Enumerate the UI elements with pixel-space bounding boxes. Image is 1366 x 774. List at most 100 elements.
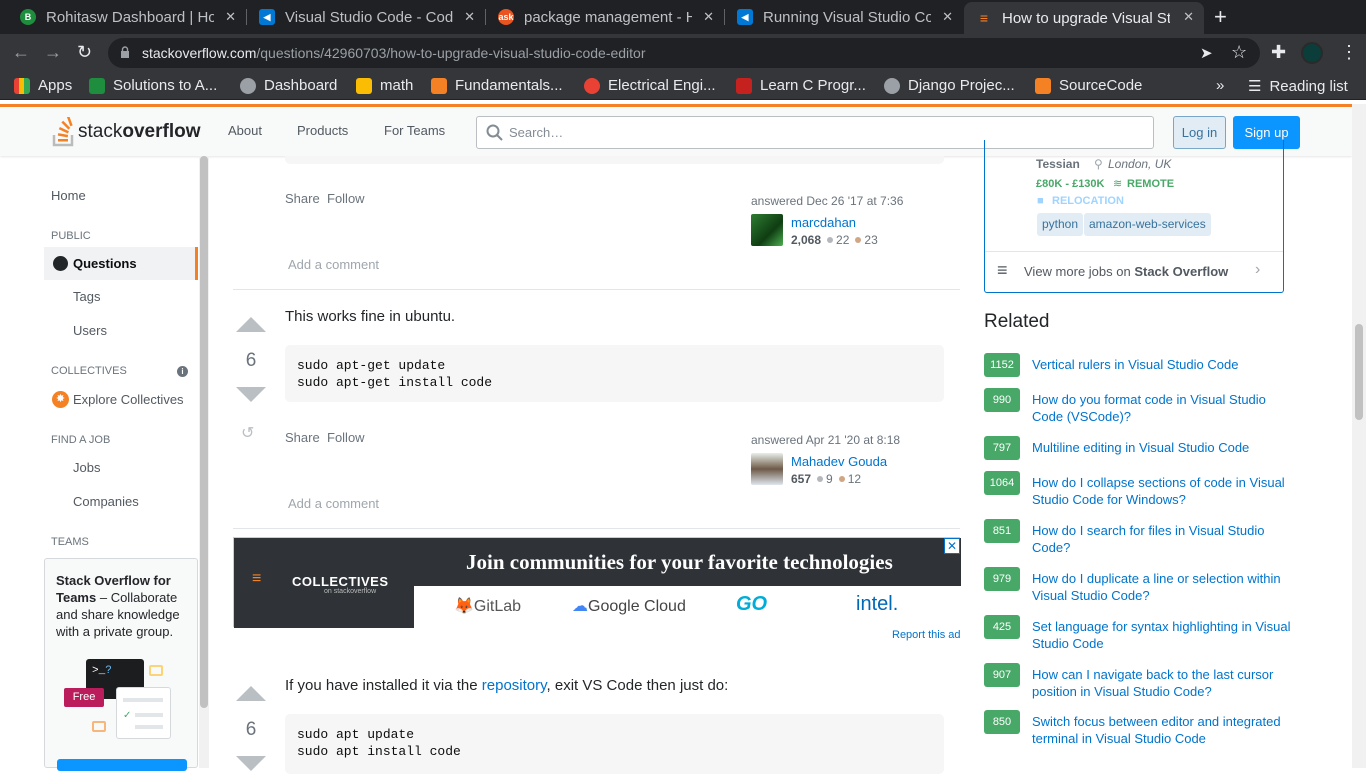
wifi-icon: ≋ xyxy=(1113,178,1123,190)
report-ad-link[interactable]: Report this ad xyxy=(892,629,960,641)
bookmark-item[interactable]: Fundamentals... xyxy=(431,77,563,94)
bookmark-item[interactable]: Electrical Engi... xyxy=(584,77,716,94)
tag-python[interactable]: python xyxy=(1037,213,1084,236)
browser-tab-active[interactable]: ≡ How to upgrade Visual St ✕ xyxy=(964,2,1204,34)
send-icon[interactable]: ➤ xyxy=(1200,44,1213,62)
related-link[interactable]: Vertical rulers in Visual Studio Code xyxy=(1032,356,1292,373)
silver-count: 9 xyxy=(826,472,833,486)
sidebar-item-explore-collectives[interactable]: Explore Collectives xyxy=(73,392,184,407)
menu-icon[interactable]: ⋮ xyxy=(1340,42,1358,63)
related-link[interactable]: How can I navigate back to the last curs… xyxy=(1032,666,1292,700)
avatar[interactable] xyxy=(751,453,783,485)
bookmark-item[interactable]: SourceCode xyxy=(1035,77,1142,94)
chevron-right-icon[interactable]: › xyxy=(1255,261,1260,279)
extensions-icon[interactable]: ✚ xyxy=(1271,42,1286,63)
user-name[interactable]: marcdahan xyxy=(791,215,856,230)
share-link[interactable]: Share xyxy=(285,430,320,445)
bookmark-item[interactable]: Learn C Progr... xyxy=(736,77,866,94)
stackoverflow-icon: ≡ xyxy=(979,10,989,26)
close-tab-icon[interactable]: ✕ xyxy=(225,9,236,25)
browser-tab[interactable]: ask package management - H ✕ xyxy=(486,0,724,34)
checklist-illustration-icon: ✓ xyxy=(116,687,171,739)
bookmark-apps[interactable]: Apps xyxy=(14,77,72,94)
profile-avatar[interactable] xyxy=(1301,42,1323,64)
vscode-icon: ◀ xyxy=(737,9,753,25)
sidebar-item-users[interactable]: Users xyxy=(73,323,107,338)
close-tab-icon[interactable]: ✕ xyxy=(1183,9,1194,25)
browser-toolbar: ← → ↻ stackoverflow.com/questions/429607… xyxy=(0,34,1366,72)
downvote-button[interactable] xyxy=(236,756,266,771)
location-pin-icon: ⚲ xyxy=(1094,157,1103,171)
sidebar-item-questions[interactable]: Questions xyxy=(73,256,137,271)
ad-collectives-sub: on stackoverflow xyxy=(324,588,377,595)
page-scrollbar[interactable] xyxy=(1352,104,1366,768)
forward-icon[interactable]: → xyxy=(44,42,62,63)
follow-link[interactable]: Follow xyxy=(327,430,365,445)
sidebar-item-companies[interactable]: Companies xyxy=(73,494,139,509)
related-link[interactable]: How do I search for files in Visual Stud… xyxy=(1032,522,1292,556)
bookmark-item[interactable]: math xyxy=(356,77,413,94)
avatar[interactable] xyxy=(751,214,783,246)
upvote-button[interactable] xyxy=(236,317,266,332)
browser-tab[interactable]: ◀ Visual Studio Code - Code ✕ xyxy=(247,0,485,34)
follow-link[interactable]: Follow xyxy=(327,191,365,206)
reading-list[interactable]: ☰ Reading list xyxy=(1248,77,1348,96)
sidebar-scrollbar[interactable] xyxy=(199,156,209,768)
back-icon[interactable]: ← xyxy=(12,42,30,63)
browser-tab[interactable]: B Rohitasw Dashboard | Ho ✕ xyxy=(8,0,246,34)
collectives-ad[interactable]: ≡ COLLECTIVES on stackoverflow Join comm… xyxy=(233,537,961,628)
sidebar-heading-teams: TEAMS xyxy=(51,536,89,548)
truck-icon: ■ xyxy=(1037,195,1044,207)
close-tab-icon[interactable]: ✕ xyxy=(464,9,475,25)
related-link[interactable]: How do you format code in Visual Studio … xyxy=(1032,391,1292,425)
close-ad-icon[interactable]: ✕ xyxy=(944,538,960,554)
silver-badge-icon xyxy=(817,476,824,482)
close-tab-icon[interactable]: ✕ xyxy=(942,9,953,25)
view-more-jobs-link[interactable]: View more jobs on Stack Overflow xyxy=(1024,264,1228,279)
repository-link[interactable]: repository xyxy=(482,677,547,694)
more-bookmarks-icon[interactable]: » xyxy=(1216,77,1224,94)
bookmark-item[interactable]: Solutions to A... xyxy=(89,77,217,94)
add-comment-link[interactable]: Add a comment xyxy=(288,257,379,272)
related-score: 907 xyxy=(984,663,1020,687)
related-link[interactable]: Switch focus between editor and integrat… xyxy=(1032,713,1292,747)
teams-promo: Stack Overflow for Teams – Collaborate a… xyxy=(44,558,198,771)
info-icon[interactable]: i xyxy=(177,366,188,377)
related-score: 1152 xyxy=(984,353,1020,377)
user-name[interactable]: Mahadev Gouda xyxy=(791,454,887,469)
reputation: 2,068 xyxy=(791,233,822,247)
bookmark-item[interactable]: Django Projec... xyxy=(884,77,1015,94)
sidebar-item-home[interactable]: Home xyxy=(51,188,86,203)
bookmark-item[interactable]: Dashboard xyxy=(240,77,337,94)
bookmark-star-icon[interactable]: ☆ xyxy=(1231,42,1247,63)
globe-icon xyxy=(240,77,256,94)
stackoverflow-logo[interactable]: stack overflow xyxy=(52,117,200,147)
reload-icon[interactable]: ↻ xyxy=(77,42,92,63)
sidebar-item-jobs[interactable]: Jobs xyxy=(73,460,100,475)
stackoverflow-logo-icon xyxy=(52,117,74,147)
nav-about[interactable]: About xyxy=(228,123,262,138)
add-comment-link[interactable]: Add a comment xyxy=(288,496,379,511)
related-link[interactable]: How do I collapse sections of code in Vi… xyxy=(1032,474,1292,508)
history-icon[interactable]: ↺ xyxy=(241,423,254,443)
silver-badge-icon xyxy=(827,237,834,243)
upvote-button[interactable] xyxy=(236,686,266,701)
share-link[interactable]: Share xyxy=(285,191,320,206)
new-tab-icon[interactable]: + xyxy=(1214,4,1227,30)
address-bar[interactable]: stackoverflow.com/questions/42960703/how… xyxy=(108,38,1260,68)
related-link[interactable]: Multiline editing in Visual Studio Code xyxy=(1032,439,1292,456)
browser-tab[interactable]: ◀ Running Visual Studio Co ✕ xyxy=(725,0,963,34)
nav-products[interactable]: Products xyxy=(297,123,348,138)
tag-amazon-web-services[interactable]: amazon-web-services xyxy=(1084,213,1211,236)
silver-count: 22 xyxy=(836,233,850,247)
related-link[interactable]: Set language for syntax highlighting in … xyxy=(1032,618,1292,652)
job-company: Tessian xyxy=(1036,157,1080,171)
downvote-button[interactable] xyxy=(236,387,266,402)
teams-free-button[interactable] xyxy=(57,759,187,771)
reputation: 657 xyxy=(791,472,812,486)
google-cloud-logo: ☁Google Cloud xyxy=(572,598,686,615)
close-tab-icon[interactable]: ✕ xyxy=(703,9,714,25)
sidebar-item-tags[interactable]: Tags xyxy=(73,289,100,304)
related-link[interactable]: How do I duplicate a line or selection w… xyxy=(1032,570,1292,604)
nav-for-teams[interactable]: For Teams xyxy=(384,123,445,138)
